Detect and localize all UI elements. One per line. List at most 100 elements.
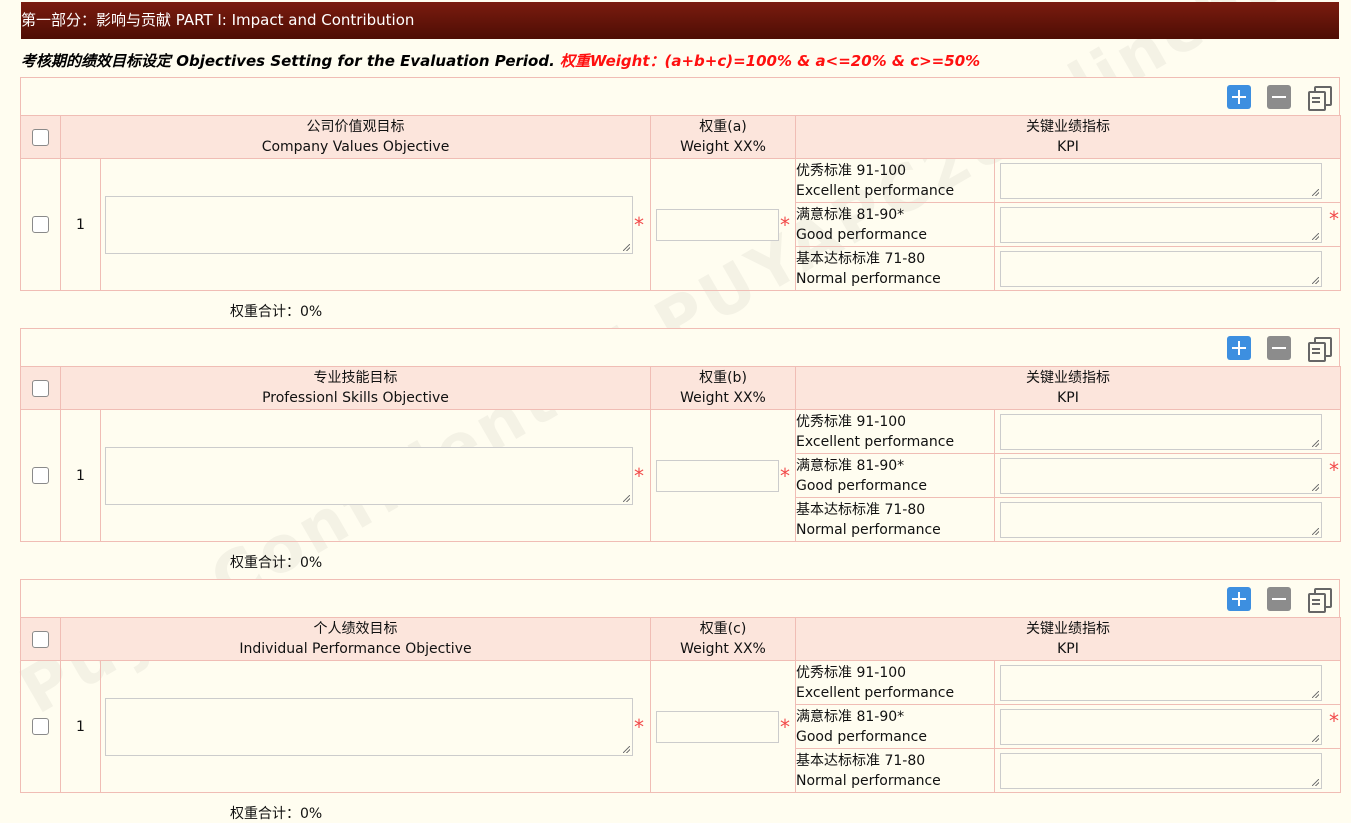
required-mark: *: [634, 212, 644, 237]
required-mark: *: [780, 463, 790, 488]
resize-grip-icon[interactable]: [1312, 734, 1319, 742]
remove-row-button[interactable]: [1267, 587, 1291, 611]
kpi-normal-cell: [994, 246, 1342, 291]
copy-row-button[interactable]: [1307, 85, 1332, 111]
required-mark: *: [634, 714, 644, 739]
row-select-cell: [20, 660, 61, 793]
weight-total: 权重合计：0%: [230, 555, 323, 571]
header-select-all-cell: [20, 115, 61, 159]
header-select-all-cell: [20, 366, 61, 410]
resize-grip-icon[interactable]: [1312, 778, 1319, 786]
kpi-excellent-cell: [994, 660, 1341, 705]
header-objective: 专业技能目标 Professionl Skills Objective: [60, 366, 651, 410]
part-title: 第一部分：影响与贡献 PART I: Impact and Contributi…: [21, 11, 415, 29]
objective-cell: *: [100, 409, 651, 542]
kpi-good-cell: *: [994, 453, 1341, 498]
row-checkbox[interactable]: [32, 467, 49, 484]
kpi-level-normal: 基本达标标准 71-80 Normal performance: [795, 748, 995, 793]
resize-grip-icon[interactable]: [1312, 232, 1320, 240]
kpi-normal-textarea[interactable]: [1000, 501, 1322, 538]
kpi-good-textarea[interactable]: [1000, 457, 1322, 494]
required-mark: *: [1329, 457, 1339, 482]
kpi-excellent-cell: [994, 409, 1341, 454]
kpi-normal-textarea[interactable]: [1000, 752, 1322, 789]
weight-input[interactable]: [656, 710, 779, 743]
row-checkbox[interactable]: [32, 216, 49, 233]
row-number: 1: [60, 158, 101, 291]
section-toolbar: [20, 77, 1340, 115]
row-checkbox[interactable]: [32, 718, 49, 735]
section-toolbar: [20, 579, 1340, 617]
kpi-excellent-cell: [994, 158, 1342, 203]
add-row-button[interactable]: [1227, 85, 1251, 109]
table-header-row: 个人绩效目标 Individual Performance Objective …: [20, 617, 1341, 661]
table-row: 1 * * 优秀标准 91-100 Excellent performance: [20, 409, 1341, 542]
kpi-excellent-textarea[interactable]: [1000, 664, 1322, 701]
table-row: 1 * * 优秀标准 91-100 Excellent performance: [20, 660, 1341, 793]
resize-grip-icon[interactable]: [623, 243, 630, 251]
resize-grip-icon[interactable]: [1312, 690, 1319, 698]
weight-cell: *: [650, 660, 796, 793]
objective-textarea[interactable]: [105, 195, 633, 254]
objective-section-skills: 专业技能目标 Professionl Skills Objective 权重(b…: [20, 328, 1341, 542]
required-mark: *: [780, 714, 790, 739]
objectives-table: 专业技能目标 Professionl Skills Objective 权重(b…: [20, 366, 1341, 542]
row-number: 1: [60, 660, 101, 793]
weight-cell: *: [650, 158, 797, 291]
resize-grip-icon[interactable]: [1312, 483, 1319, 491]
resize-grip-icon[interactable]: [1312, 276, 1320, 284]
kpi-level-excellent: 优秀标准 91-100 Excellent performance: [795, 158, 996, 203]
remove-row-button[interactable]: [1267, 336, 1291, 360]
remove-row-button[interactable]: [1267, 85, 1291, 109]
kpi-level-good: 满意标准 81-90* Good performance: [795, 704, 995, 749]
add-row-button[interactable]: [1227, 336, 1251, 360]
part-title-bar: 第一部分：影响与贡献 PART I: Impact and Contributi…: [21, 2, 1339, 39]
kpi-excellent-textarea[interactable]: [1000, 413, 1322, 450]
row-select-cell: [20, 158, 61, 291]
kpi-level-normal: 基本达标标准 71-80 Normal performance: [795, 497, 995, 542]
objective-textarea[interactable]: [105, 697, 633, 756]
resize-grip-icon[interactable]: [1312, 188, 1320, 196]
section-toolbar: [20, 328, 1340, 366]
table-header-row: 公司价值观目标 Company Values Objective 权重(a) W…: [20, 115, 1342, 159]
weight-total: 权重合计：0%: [230, 304, 323, 320]
kpi-good-textarea[interactable]: [1000, 708, 1322, 745]
kpi-normal-textarea[interactable]: [1000, 250, 1323, 287]
objective-textarea[interactable]: [105, 446, 633, 505]
objective-section-performance: 个人绩效目标 Individual Performance Objective …: [20, 579, 1341, 793]
kpi-normal-cell: [994, 497, 1341, 542]
weight-cell: *: [650, 409, 796, 542]
intro-weight-rule: 权重Weight：(a+b+c)=100% & a<=20% & c>=50%: [560, 52, 981, 70]
kpi-level-excellent: 优秀标准 91-100 Excellent performance: [795, 660, 995, 705]
kpi-good-cell: *: [994, 704, 1341, 749]
add-row-button[interactable]: [1227, 587, 1251, 611]
objectives-table: 公司价值观目标 Company Values Objective 权重(a) W…: [20, 115, 1342, 291]
copy-row-button[interactable]: [1307, 336, 1332, 362]
row-number: 1: [60, 409, 101, 542]
select-all-checkbox[interactable]: [32, 630, 49, 648]
intro-line: 考核期的绩效目标设定 Objectives Setting for the Ev…: [21, 50, 980, 71]
resize-grip-icon[interactable]: [1312, 527, 1319, 535]
header-kpi: 关键业绩指标 KPI: [795, 366, 1341, 410]
required-mark: *: [1329, 708, 1339, 733]
header-kpi: 关键业绩指标 KPI: [795, 617, 1341, 661]
kpi-level-normal: 基本达标标准 71-80 Normal performance: [795, 246, 996, 291]
select-all-checkbox[interactable]: [32, 128, 49, 146]
weight-input[interactable]: [656, 459, 779, 492]
table-header-row: 专业技能目标 Professionl Skills Objective 权重(b…: [20, 366, 1341, 410]
header-weight: 权重(c) Weight XX%: [650, 617, 796, 661]
resize-grip-icon[interactable]: [623, 494, 630, 502]
kpi-good-textarea[interactable]: [1000, 206, 1323, 243]
select-all-checkbox[interactable]: [32, 379, 49, 397]
resize-grip-icon[interactable]: [623, 745, 630, 753]
header-weight: 权重(b) Weight XX%: [650, 366, 796, 410]
weight-total: 权重合计：0%: [230, 806, 323, 822]
required-mark: *: [634, 463, 644, 488]
kpi-excellent-textarea[interactable]: [1000, 162, 1323, 199]
objective-section-values: 公司价值观目标 Company Values Objective 权重(a) W…: [20, 77, 1342, 291]
resize-grip-icon[interactable]: [1312, 439, 1319, 447]
header-objective: 公司价值观目标 Company Values Objective: [59, 115, 652, 159]
required-mark: *: [780, 212, 791, 237]
weight-input[interactable]: [656, 208, 780, 241]
copy-row-button[interactable]: [1307, 587, 1332, 613]
